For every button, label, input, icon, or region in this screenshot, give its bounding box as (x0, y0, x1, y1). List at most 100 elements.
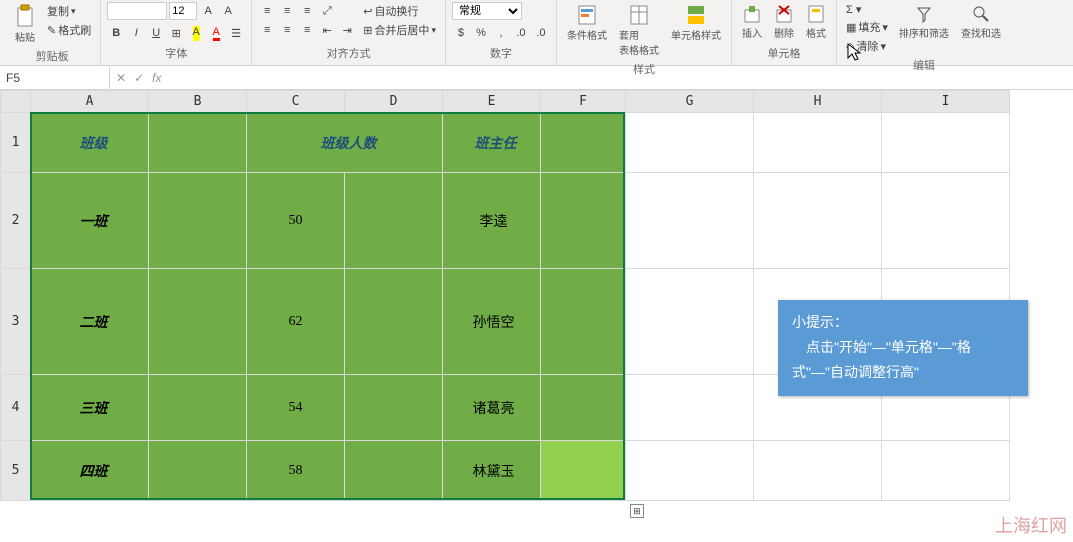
cell[interactable]: 三班 (31, 375, 149, 441)
cell[interactable]: 班级 (31, 113, 149, 173)
col-header[interactable]: E (443, 91, 541, 113)
format-cells-button[interactable]: 格式 (802, 2, 830, 42)
currency-button[interactable]: $ (452, 24, 470, 42)
cell[interactable] (626, 441, 754, 501)
cell[interactable] (345, 375, 443, 441)
border-button[interactable]: ⊞ (167, 24, 185, 42)
name-box[interactable]: F5 (0, 66, 110, 89)
cell[interactable] (149, 113, 247, 173)
cell[interactable] (149, 269, 247, 375)
align-center-button[interactable]: ≡ (278, 21, 296, 39)
font-size-input[interactable] (169, 2, 197, 20)
cell[interactable] (345, 173, 443, 269)
cell[interactable] (541, 113, 626, 173)
font-name-input[interactable] (107, 2, 167, 20)
cell[interactable] (149, 375, 247, 441)
cell[interactable]: 二班 (31, 269, 149, 375)
cell[interactable] (754, 113, 882, 173)
wrap-text-button[interactable]: ↩ 自动换行 (360, 2, 439, 20)
cell-styles-button[interactable]: 单元格样式 (667, 2, 725, 44)
fill-color-button[interactable]: A (187, 24, 205, 42)
cancel-icon[interactable]: ✕ (116, 71, 126, 85)
indent-inc-button[interactable]: ⇥ (338, 21, 356, 39)
col-header[interactable]: F (541, 91, 626, 113)
col-header[interactable]: B (149, 91, 247, 113)
clear-button[interactable]: ◇ 清除▾ (843, 37, 891, 55)
fx-icon[interactable]: fx (152, 71, 161, 85)
align-left-button[interactable]: ≡ (258, 21, 276, 39)
decrease-font-button[interactable]: A (219, 2, 237, 20)
row-header[interactable]: 5 (1, 441, 31, 501)
find-select-button[interactable]: 查找和选 (957, 2, 1005, 42)
col-header[interactable]: G (626, 91, 754, 113)
number-format-select[interactable]: 常规 (452, 2, 522, 20)
cell[interactable] (882, 441, 1010, 501)
cell[interactable] (541, 269, 626, 375)
row-header[interactable]: 3 (1, 269, 31, 375)
col-header[interactable]: D (345, 91, 443, 113)
col-header[interactable]: C (247, 91, 345, 113)
cell[interactable]: 58 (247, 441, 345, 501)
row-header[interactable]: 2 (1, 173, 31, 269)
cell[interactable]: 54 (247, 375, 345, 441)
cell[interactable] (345, 269, 443, 375)
percent-button[interactable]: % (472, 24, 490, 42)
col-header[interactable]: A (31, 91, 149, 113)
cell[interactable] (541, 173, 626, 269)
comma-button[interactable]: , (492, 24, 510, 42)
cell[interactable] (541, 375, 626, 441)
cell[interactable]: 孙悟空 (443, 269, 541, 375)
copy-button[interactable]: 复制▾ (44, 2, 94, 20)
increase-font-button[interactable]: A (199, 2, 217, 20)
col-header[interactable]: I (882, 91, 1010, 113)
cell[interactable] (626, 375, 754, 441)
format-table-button[interactable]: 套用 表格格式 (615, 2, 663, 59)
format-painter-button[interactable]: ✎格式刷 (44, 21, 94, 39)
enter-icon[interactable]: ✓ (134, 71, 144, 85)
select-all-corner[interactable] (1, 91, 31, 113)
quick-analysis-icon[interactable]: ⊞ (630, 504, 644, 518)
fill-button[interactable]: ▦ 填充▾ (843, 18, 891, 36)
cell[interactable] (626, 269, 754, 375)
phonetic-button[interactable]: ☰ (227, 24, 245, 42)
cell[interactable] (882, 173, 1010, 269)
cell[interactable]: 班级人数 (247, 113, 443, 173)
row-header[interactable]: 4 (1, 375, 31, 441)
dec-decimal-button[interactable]: .0 (532, 24, 550, 42)
col-header[interactable]: H (754, 91, 882, 113)
orientation-button[interactable]: ⤢ (318, 2, 336, 20)
cell[interactable]: 62 (247, 269, 345, 375)
italic-button[interactable]: I (127, 24, 145, 42)
underline-button[interactable]: U (147, 24, 165, 42)
cell[interactable] (149, 173, 247, 269)
cell[interactable]: 班主任 (443, 113, 541, 173)
cell[interactable] (882, 113, 1010, 173)
align-right-button[interactable]: ≡ (298, 21, 316, 39)
delete-cells-button[interactable]: 删除 (770, 2, 798, 42)
cell[interactable] (345, 441, 443, 501)
autosum-button[interactable]: Σ ▾ (843, 2, 891, 17)
cell[interactable] (149, 441, 247, 501)
bold-button[interactable]: B (107, 24, 125, 42)
cell[interactable] (626, 173, 754, 269)
insert-cells-button[interactable]: 插入 (738, 2, 766, 42)
cell[interactable]: 李逵 (443, 173, 541, 269)
cell[interactable] (626, 113, 754, 173)
align-middle-button[interactable]: ≡ (278, 2, 296, 20)
cell[interactable]: 诸葛亮 (443, 375, 541, 441)
row-header[interactable]: 1 (1, 113, 31, 173)
paste-button[interactable]: 粘贴 (10, 2, 40, 46)
sort-filter-button[interactable]: 排序和筛选 (895, 2, 953, 42)
cell[interactable] (754, 173, 882, 269)
cell-active[interactable] (541, 441, 626, 501)
cell[interactable] (754, 441, 882, 501)
cell[interactable]: 四班 (31, 441, 149, 501)
cell[interactable]: 林黛玉 (443, 441, 541, 501)
cell[interactable]: 一班 (31, 173, 149, 269)
inc-decimal-button[interactable]: .0 (512, 24, 530, 42)
align-bottom-button[interactable]: ≡ (298, 2, 316, 20)
merge-center-button[interactable]: ⊞ 合并后居中▾ (360, 21, 439, 39)
indent-dec-button[interactable]: ⇤ (318, 21, 336, 39)
align-top-button[interactable]: ≡ (258, 2, 276, 20)
cell[interactable]: 50 (247, 173, 345, 269)
